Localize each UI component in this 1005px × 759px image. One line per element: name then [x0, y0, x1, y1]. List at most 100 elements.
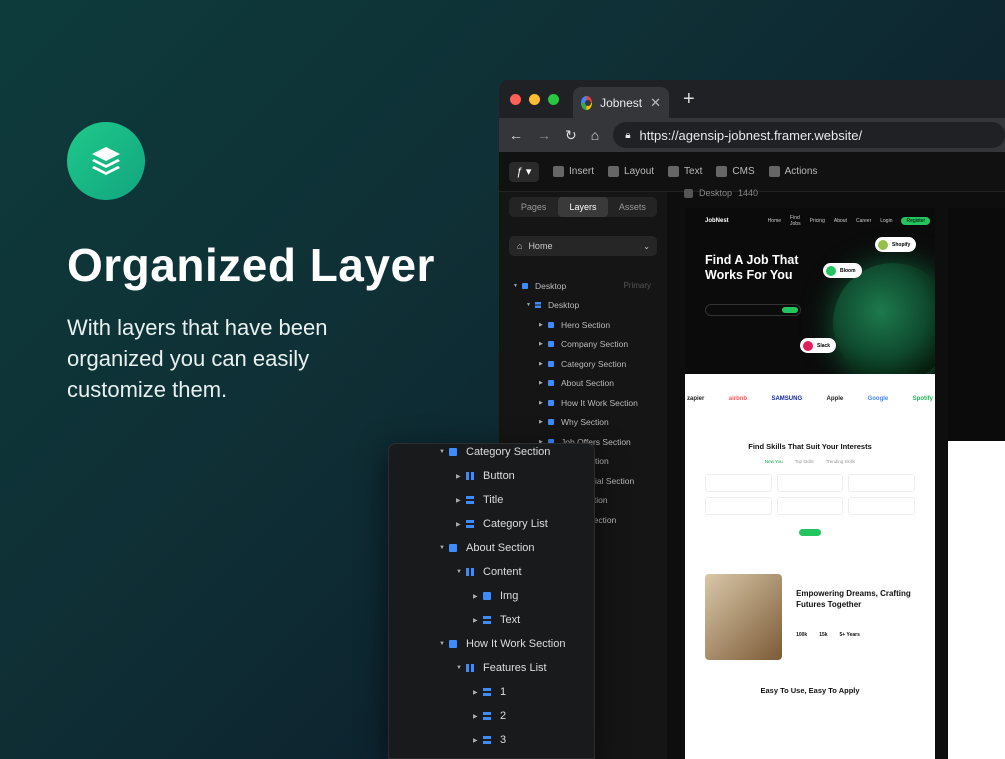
expand-triangle-icon[interactable]: ▶: [456, 473, 466, 480]
expand-triangle-icon[interactable]: ▼: [456, 569, 466, 575]
close-window-icon[interactable]: [510, 93, 521, 105]
headline: Organized Layer: [67, 239, 435, 291]
layer-label: Category Section: [561, 358, 627, 369]
company-logos: zapier airbnb SAMSUNG Apple Google Spoti…: [685, 396, 935, 402]
minimize-window-icon[interactable]: [529, 93, 540, 105]
forward-icon[interactable]: →: [537, 127, 551, 143]
login-link[interactable]: Login: [880, 218, 892, 224]
category-card[interactable]: [705, 497, 772, 515]
expand-triangle-icon[interactable]: ▶: [456, 497, 466, 504]
frame-icon: [449, 544, 457, 552]
layer-row[interactable]: ▶ How It Work Section: [499, 393, 667, 413]
text-button[interactable]: Text: [668, 166, 702, 177]
reload-icon[interactable]: ↻: [565, 127, 577, 144]
slack-icon: [803, 340, 813, 351]
layer-row[interactable]: ▶ Text: [473, 608, 520, 632]
site-preview-tablet[interactable]: [948, 208, 1005, 759]
skill-tab-new[interactable]: New You: [765, 459, 783, 464]
stack-icon: [483, 712, 491, 720]
layer-row[interactable]: ▶ Category Section: [499, 354, 667, 374]
nav-pricing[interactable]: Pricing: [810, 218, 825, 224]
expand-triangle-icon[interactable]: ▶: [539, 380, 548, 386]
home-icon[interactable]: ⌂: [591, 127, 599, 143]
expand-triangle-icon[interactable]: ▼: [526, 302, 535, 308]
category-card[interactable]: [848, 474, 915, 492]
category-card[interactable]: [848, 497, 915, 515]
browser-tab[interactable]: Jobnest ✕: [573, 87, 669, 118]
nav-career[interactable]: Career: [856, 218, 871, 224]
category-card[interactable]: [776, 497, 844, 515]
hero-search[interactable]: [705, 304, 801, 316]
layer-row[interactable]: ▼ Content: [456, 560, 522, 584]
page-select[interactable]: ⌂ Home ⌄: [509, 236, 657, 256]
stack-icon: [483, 616, 491, 624]
expand-triangle-icon[interactable]: ▼: [439, 641, 449, 647]
layer-row[interactable]: ▼ How It Work Section: [439, 632, 565, 656]
expand-triangle-icon[interactable]: ▶: [539, 341, 548, 347]
tab-layers[interactable]: Layers: [558, 197, 608, 217]
skill-tab-trending[interactable]: Trending Skills: [826, 459, 855, 464]
expand-triangle-icon[interactable]: ▼: [513, 283, 522, 289]
expand-triangle-icon[interactable]: ▶: [539, 400, 548, 406]
layer-row[interactable]: ▶ 2: [473, 704, 506, 728]
layer-row[interactable]: ▼ Desktop Primary: [499, 276, 667, 296]
layer-label: Category Section: [466, 446, 551, 458]
layer-row[interactable]: ▶ Button: [456, 464, 515, 488]
layer-row[interactable]: ▶ 1: [473, 680, 506, 704]
bolt-icon: [768, 166, 780, 177]
layer-row[interactable]: ▶ Category List: [456, 512, 548, 536]
expand-triangle-icon[interactable]: ▼: [456, 665, 466, 671]
expand-triangle-icon[interactable]: ▼: [439, 545, 449, 551]
close-tab-icon[interactable]: ✕: [650, 95, 661, 111]
layer-label: Button: [483, 470, 515, 482]
layer-row[interactable]: ▶ Hero Section: [499, 315, 667, 335]
layer-row[interactable]: ▼ Category Section: [439, 444, 551, 464]
expand-triangle-icon[interactable]: ▶: [456, 521, 466, 528]
design-canvas[interactable]: Desktop 1440 JobNest Home Find Jobs Pric…: [667, 188, 1005, 759]
category-card[interactable]: [705, 474, 772, 492]
chevron-down-icon: ⌄: [643, 241, 650, 251]
category-card[interactable]: [776, 474, 844, 492]
layer-row[interactable]: ▶ 3: [473, 728, 506, 752]
insert-button[interactable]: Insert: [553, 166, 594, 177]
layer-row[interactable]: ▶ Title: [456, 488, 503, 512]
expand-triangle-icon[interactable]: ▶: [539, 361, 548, 367]
register-button[interactable]: Register: [901, 217, 931, 225]
framer-menu-button[interactable]: ƒ ▾: [509, 161, 539, 182]
expand-triangle-icon[interactable]: ▶: [539, 419, 548, 425]
expand-triangle-icon[interactable]: ▶: [473, 593, 483, 600]
back-icon[interactable]: ←: [509, 127, 523, 143]
layer-row[interactable]: ▶ Img: [473, 584, 518, 608]
actions-button[interactable]: Actions: [768, 166, 817, 177]
expand-triangle-icon[interactable]: ▶: [473, 737, 483, 744]
nav-home[interactable]: Home: [768, 218, 781, 224]
layer-row[interactable]: ▶ Company Section: [499, 335, 667, 355]
expand-triangle-icon[interactable]: ▶: [473, 689, 483, 696]
play-icon[interactable]: [684, 188, 693, 198]
expand-triangle-icon[interactable]: ▶: [473, 617, 483, 624]
layer-row[interactable]: ▶ About Section: [499, 374, 667, 394]
url-field[interactable]: 🔒︎ https://agensip-jobnest.framer.websit…: [613, 122, 1005, 148]
expand-triangle-icon[interactable]: ▶: [539, 322, 548, 328]
expand-triangle-icon[interactable]: ▶: [473, 713, 483, 720]
layer-row[interactable]: ▶ Why Section: [499, 413, 667, 433]
nav-about[interactable]: About: [834, 218, 847, 224]
tab-assets[interactable]: Assets: [608, 197, 657, 217]
cms-button[interactable]: CMS: [716, 166, 755, 177]
layer-label: Features List: [483, 662, 547, 674]
layer-label: Content: [483, 566, 522, 578]
about-image: [705, 574, 783, 660]
layout-button[interactable]: Layout: [608, 166, 654, 177]
maximize-window-icon[interactable]: [548, 93, 559, 105]
site-preview-desktop[interactable]: JobNest Home Find Jobs Pricing About Car…: [685, 208, 935, 759]
layer-row[interactable]: ▼ About Section: [439, 536, 535, 560]
skill-tab-top[interactable]: Top Skills: [795, 459, 814, 464]
tab-pages[interactable]: Pages: [509, 197, 558, 217]
logo-spotify: Spotify: [912, 396, 933, 402]
layer-row[interactable]: ▼ Desktop: [499, 296, 667, 316]
expand-triangle-icon[interactable]: ▼: [439, 449, 449, 455]
nav-find-jobs[interactable]: Find Jobs: [790, 215, 801, 227]
layer-row[interactable]: ▼ Features List: [456, 656, 547, 680]
new-tab-icon[interactable]: +: [683, 88, 695, 111]
see-all-button[interactable]: [799, 529, 821, 536]
